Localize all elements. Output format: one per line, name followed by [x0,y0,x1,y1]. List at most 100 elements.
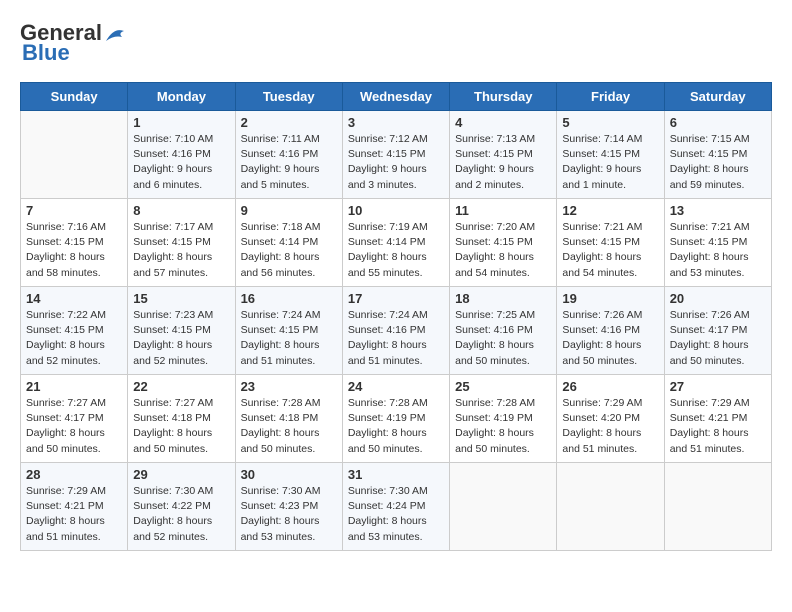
cell-info: Sunrise: 7:30 AM Sunset: 4:23 PM Dayligh… [241,484,337,545]
day-number: 5 [562,115,658,130]
day-number: 23 [241,379,337,394]
day-number: 24 [348,379,444,394]
cell-info: Sunrise: 7:29 AM Sunset: 4:20 PM Dayligh… [562,396,658,457]
calendar-cell: 28Sunrise: 7:29 AM Sunset: 4:21 PM Dayli… [21,463,128,551]
day-number: 1 [133,115,229,130]
cell-info: Sunrise: 7:24 AM Sunset: 4:15 PM Dayligh… [241,308,337,369]
calendar-cell [664,463,771,551]
day-number: 13 [670,203,766,218]
cell-info: Sunrise: 7:30 AM Sunset: 4:22 PM Dayligh… [133,484,229,545]
logo-bird-icon [104,23,132,43]
cell-info: Sunrise: 7:27 AM Sunset: 4:17 PM Dayligh… [26,396,122,457]
calendar-cell: 31 Sunrise: 7:30 AM Sunset: 4:24 PM Dayli… [342,463,449,551]
day-number: 7 [26,203,122,218]
cell-info: Sunrise: 7:20 AM Sunset: 4:15 PM Dayligh… [455,220,551,281]
weekday-header-monday: Monday [128,83,235,111]
calendar-cell: 10 Sunrise: 7:19 AM Sunset: 4:14 PM Dayli… [342,199,449,287]
cell-info: Sunrise: 7:14 AM Sunset: 4:15 PM Dayligh… [562,132,658,193]
calendar-cell: 9 Sunrise: 7:18 AM Sunset: 4:14 PM Daylig… [235,199,342,287]
calendar-cell: 5 Sunrise: 7:14 AM Sunset: 4:15 PM Daylig… [557,111,664,199]
cell-info: Sunrise: 7:19 AM Sunset: 4:14 PM Dayligh… [348,220,444,281]
day-number: 31 [348,467,444,482]
weekday-header-sunday: Sunday [21,83,128,111]
week-row-3: 14 Sunrise: 7:22 AM Sunset: 4:15 PM Dayli… [21,287,772,375]
cell-info: Sunrise: 7:26 AM Sunset: 4:16 PM Dayligh… [562,308,658,369]
cell-info: Sunrise: 7:28 AM Sunset: 4:19 PM Dayligh… [455,396,551,457]
day-number: 19 [562,291,658,306]
day-number: 20 [670,291,766,306]
calendar-cell: 3 Sunrise: 7:12 AM Sunset: 4:15 PM Daylig… [342,111,449,199]
calendar-cell: 4 Sunrise: 7:13 AM Sunset: 4:15 PM Daylig… [450,111,557,199]
page-header: General Blue [20,20,772,66]
cell-info: Sunrise: 7:18 AM Sunset: 4:14 PM Dayligh… [241,220,337,281]
day-number: 6 [670,115,766,130]
day-number: 9 [241,203,337,218]
calendar-cell: 19 Sunrise: 7:26 AM Sunset: 4:16 PM Dayli… [557,287,664,375]
day-number: 18 [455,291,551,306]
logo-blue: Blue [20,40,70,66]
calendar-cell: 23 Sunrise: 7:28 AM Sunset: 4:18 PM Dayli… [235,375,342,463]
cell-info: Sunrise: 7:13 AM Sunset: 4:15 PM Dayligh… [455,132,551,193]
day-number: 10 [348,203,444,218]
cell-info: Sunrise: 7:28 AM Sunset: 4:18 PM Dayligh… [241,396,337,457]
calendar-cell: 16 Sunrise: 7:24 AM Sunset: 4:15 PM Dayli… [235,287,342,375]
cell-info: Sunrise: 7:22 AM Sunset: 4:15 PM Dayligh… [26,308,122,369]
calendar-cell: 7 Sunrise: 7:16 AM Sunset: 4:15 PM Daylig… [21,199,128,287]
day-number: 3 [348,115,444,130]
day-number: 11 [455,203,551,218]
weekday-header-row: SundayMondayTuesdayWednesdayThursdayFrid… [21,83,772,111]
day-number: 22 [133,379,229,394]
calendar-cell: 13 Sunrise: 7:21 AM Sunset: 4:15 PM Dayli… [664,199,771,287]
weekday-header-thursday: Thursday [450,83,557,111]
cell-info: Sunrise: 7:16 AM Sunset: 4:15 PM Dayligh… [26,220,122,281]
cell-info: Sunrise: 7:10 AM Sunset: 4:16 PM Dayligh… [133,132,229,193]
calendar-cell: 11 Sunrise: 7:20 AM Sunset: 4:15 PM Dayli… [450,199,557,287]
calendar-cell: 6 Sunrise: 7:15 AM Sunset: 4:15 PM Daylig… [664,111,771,199]
cell-info: Sunrise: 7:29 AM Sunset: 4:21 PM Dayligh… [670,396,766,457]
day-number: 27 [670,379,766,394]
calendar-cell: 17Sunrise: 7:24 AM Sunset: 4:16 PM Dayli… [342,287,449,375]
calendar-cell: 30Sunrise: 7:30 AM Sunset: 4:23 PM Dayli… [235,463,342,551]
day-number: 17 [348,291,444,306]
day-number: 26 [562,379,658,394]
calendar-cell: 25 Sunrise: 7:28 AM Sunset: 4:19 PM Dayli… [450,375,557,463]
cell-info: Sunrise: 7:21 AM Sunset: 4:15 PM Dayligh… [670,220,766,281]
day-number: 29 [133,467,229,482]
day-number: 21 [26,379,122,394]
cell-info: Sunrise: 7:28 AM Sunset: 4:19 PM Dayligh… [348,396,444,457]
weekday-header-wednesday: Wednesday [342,83,449,111]
calendar-cell: 26 Sunrise: 7:29 AM Sunset: 4:20 PM Dayli… [557,375,664,463]
cell-info: Sunrise: 7:11 AM Sunset: 4:16 PM Dayligh… [241,132,337,193]
day-number: 25 [455,379,551,394]
cell-info: Sunrise: 7:15 AM Sunset: 4:15 PM Dayligh… [670,132,766,193]
calendar-cell: 24 Sunrise: 7:28 AM Sunset: 4:19 PM Dayli… [342,375,449,463]
logo: General Blue [20,20,132,66]
calendar-cell: 22 Sunrise: 7:27 AM Sunset: 4:18 PM Dayli… [128,375,235,463]
cell-info: Sunrise: 7:27 AM Sunset: 4:18 PM Dayligh… [133,396,229,457]
day-number: 8 [133,203,229,218]
day-number: 15 [133,291,229,306]
calendar-cell: 21 Sunrise: 7:27 AM Sunset: 4:17 PM Dayli… [21,375,128,463]
calendar-cell: 20Sunrise: 7:26 AM Sunset: 4:17 PM Dayli… [664,287,771,375]
cell-info: Sunrise: 7:23 AM Sunset: 4:15 PM Dayligh… [133,308,229,369]
calendar-cell: 27 Sunrise: 7:29 AM Sunset: 4:21 PM Dayli… [664,375,771,463]
cell-info: Sunrise: 7:29 AM Sunset: 4:21 PM Dayligh… [26,484,122,545]
calendar-cell [557,463,664,551]
weekday-header-saturday: Saturday [664,83,771,111]
cell-info: Sunrise: 7:25 AM Sunset: 4:16 PM Dayligh… [455,308,551,369]
cell-info: Sunrise: 7:12 AM Sunset: 4:15 PM Dayligh… [348,132,444,193]
cell-info: Sunrise: 7:21 AM Sunset: 4:15 PM Dayligh… [562,220,658,281]
cell-info: Sunrise: 7:17 AM Sunset: 4:15 PM Dayligh… [133,220,229,281]
day-number: 14 [26,291,122,306]
calendar-cell: 8 Sunrise: 7:17 AM Sunset: 4:15 PM Daylig… [128,199,235,287]
day-number: 4 [455,115,551,130]
day-number: 12 [562,203,658,218]
week-row-1: 1 Sunrise: 7:10 AM Sunset: 4:16 PM Daylig… [21,111,772,199]
week-row-2: 7 Sunrise: 7:16 AM Sunset: 4:15 PM Daylig… [21,199,772,287]
day-number: 16 [241,291,337,306]
calendar-cell: 14 Sunrise: 7:22 AM Sunset: 4:15 PM Dayli… [21,287,128,375]
cell-info: Sunrise: 7:30 AM Sunset: 4:24 PM Dayligh… [348,484,444,545]
day-number: 2 [241,115,337,130]
calendar-table: SundayMondayTuesdayWednesdayThursdayFrid… [20,82,772,551]
calendar-cell [450,463,557,551]
